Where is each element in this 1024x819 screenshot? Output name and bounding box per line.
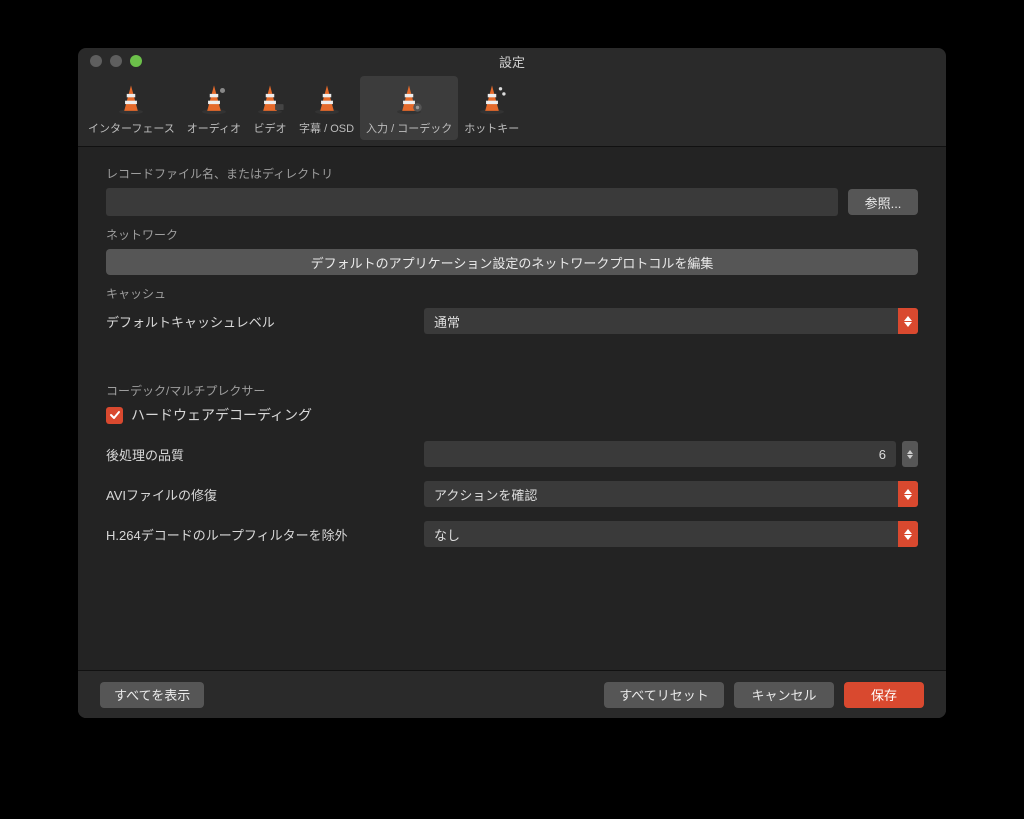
edit-network-protocols-button[interactable]: デフォルトのアプリケーション設定のネットワークプロトコルを編集 xyxy=(106,249,918,275)
tab-interface[interactable]: インターフェース xyxy=(82,76,181,140)
window-controls xyxy=(78,55,142,67)
h264-loop-filter-label: H.264デコードのループフィルターを除外 xyxy=(106,525,424,544)
select-arrows-icon xyxy=(898,481,918,507)
avi-repair-label: AVIファイルの修復 xyxy=(106,485,424,504)
tab-subtitles[interactable]: 字幕 / OSD xyxy=(293,76,360,140)
record-path-input[interactable] xyxy=(106,188,838,216)
cache-level-label: デフォルトキャッシュレベル xyxy=(106,312,424,331)
tab-label: 字幕 / OSD xyxy=(299,120,354,136)
select-arrows-icon xyxy=(898,521,918,547)
cone-icon xyxy=(253,82,287,116)
preferences-toolbar: インターフェース オーディオ ビデオ 字幕 / OSD 入力 / コーデック ホ… xyxy=(78,74,946,147)
tab-audio[interactable]: オーディオ xyxy=(181,76,247,140)
cache-level-select[interactable]: 通常 xyxy=(424,308,918,334)
cancel-button[interactable]: キャンセル xyxy=(734,682,834,708)
preferences-window: 設定 インターフェース オーディオ ビデオ 字幕 / OSD 入力 / コーデッ… xyxy=(78,48,946,718)
section-network: ネットワーク xyxy=(106,226,918,243)
tab-label: ホットキー xyxy=(464,120,519,136)
window-title: 設定 xyxy=(78,52,946,71)
cone-icon xyxy=(310,82,344,116)
select-arrows-icon xyxy=(898,308,918,334)
section-codec: コーデック/マルチプレクサー xyxy=(106,382,918,399)
browse-button[interactable]: 参照... xyxy=(848,189,918,215)
maximize-window-button[interactable] xyxy=(130,55,142,67)
h264-loop-filter-select[interactable]: なし xyxy=(424,521,918,547)
select-value: なし xyxy=(434,525,460,544)
titlebar: 設定 xyxy=(78,48,946,74)
content-area: レコードファイル名、またはディレクトリ 参照... ネットワーク デフォルトのア… xyxy=(78,147,946,670)
tab-video[interactable]: ビデオ xyxy=(247,76,293,140)
section-record: レコードファイル名、またはディレクトリ xyxy=(106,165,918,182)
footer: すべてを表示 すべてリセット キャンセル 保存 xyxy=(78,670,946,718)
cone-icon xyxy=(197,82,231,116)
cone-icon xyxy=(114,82,148,116)
show-all-button[interactable]: すべてを表示 xyxy=(100,682,204,708)
select-value: アクションを確認 xyxy=(434,485,537,504)
cone-icon xyxy=(392,82,426,116)
tab-hotkeys[interactable]: ホットキー xyxy=(458,76,525,140)
select-value: 通常 xyxy=(434,312,460,331)
hardware-decoding-checkbox[interactable] xyxy=(106,407,123,424)
save-button[interactable]: 保存 xyxy=(844,682,924,708)
tab-label: ビデオ xyxy=(254,120,287,136)
section-cache: キャッシュ xyxy=(106,285,918,302)
check-icon xyxy=(109,409,121,421)
tab-label: インターフェース xyxy=(88,120,175,136)
cone-icon xyxy=(475,82,509,116)
tab-label: 入力 / コーデック xyxy=(366,120,452,136)
postproc-label: 後処理の品質 xyxy=(106,445,424,464)
avi-repair-select[interactable]: アクションを確認 xyxy=(424,481,918,507)
tab-label: オーディオ xyxy=(187,120,241,136)
postproc-quality-input[interactable] xyxy=(424,441,896,467)
tab-input-codecs[interactable]: 入力 / コーデック xyxy=(360,76,458,140)
close-window-button[interactable] xyxy=(90,55,102,67)
hardware-decoding-label: ハードウェアデコーディング xyxy=(131,405,312,425)
reset-all-button[interactable]: すべてリセット xyxy=(604,682,724,708)
postproc-stepper[interactable] xyxy=(902,441,918,467)
minimize-window-button[interactable] xyxy=(110,55,122,67)
